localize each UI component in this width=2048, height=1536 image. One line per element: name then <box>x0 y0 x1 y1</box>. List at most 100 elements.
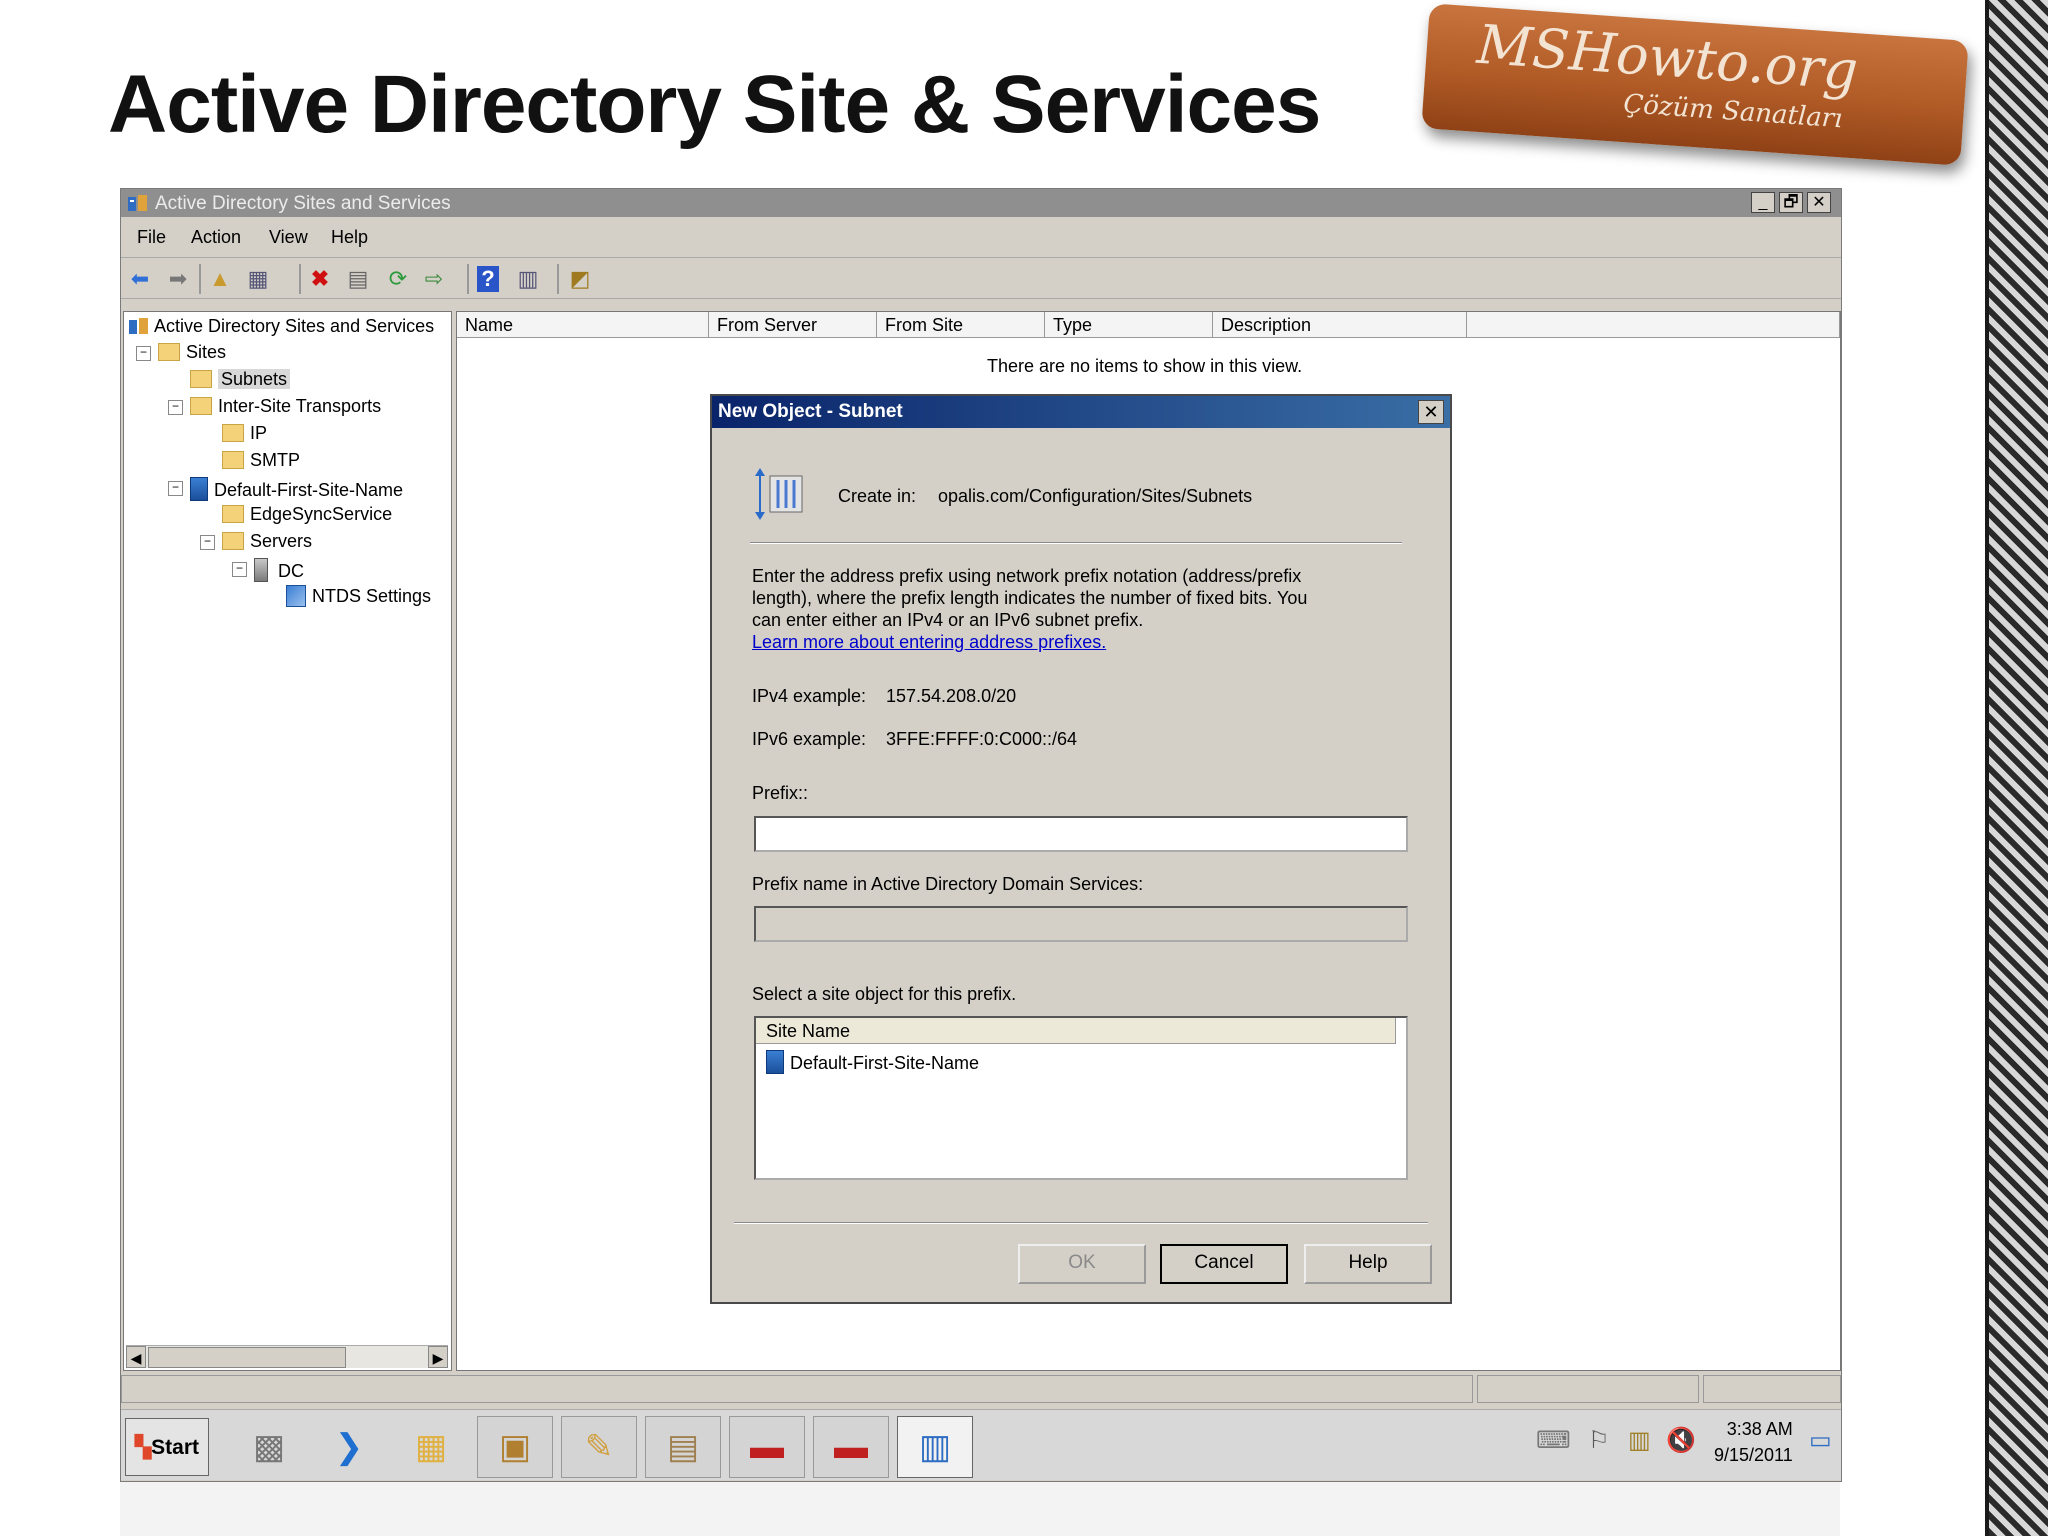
explorer-icon[interactable]: ▦ <box>393 1416 469 1478</box>
learn-more-link[interactable]: Learn more about entering address prefix… <box>752 632 1106 653</box>
folder-icon <box>190 397 212 415</box>
empty-list-message: There are no items to show in this view. <box>987 356 1303 376</box>
properties-icon[interactable]: ▤ <box>345 266 371 292</box>
tree-item-label: EdgeSyncService <box>250 504 393 524</box>
dialog-close-button[interactable]: ✕ <box>1418 400 1444 424</box>
server-manager-icon[interactable]: ▩ <box>231 1416 307 1478</box>
task-script-icon[interactable]: ▤ <box>645 1416 721 1478</box>
tree-item-ip[interactable]: IP <box>222 423 267 444</box>
task-toolbox-icon[interactable]: ▬ <box>729 1416 805 1478</box>
tree-item-dc[interactable]: DC <box>254 558 304 582</box>
task-notepad-icon[interactable]: ✎ <box>561 1416 637 1478</box>
show-hide-tree-icon[interactable]: ▦ <box>245 266 271 292</box>
tree-item-servers[interactable]: Servers <box>222 531 312 552</box>
folder-icon <box>158 343 180 361</box>
menu-action[interactable]: Action <box>191 227 241 248</box>
tree-item-label: Sites <box>186 342 227 362</box>
powershell-icon[interactable]: ❯ <box>311 1416 387 1478</box>
console-tree[interactable]: Active Directory Sites and Services − Si… <box>123 311 452 1371</box>
scroll-left-arrow-icon[interactable]: ◀ <box>126 1346 146 1368</box>
ok-button[interactable]: OK <box>1018 1244 1146 1284</box>
tree-item-label: Inter-Site Transports <box>218 396 382 416</box>
cancel-button[interactable]: Cancel <box>1160 1244 1288 1284</box>
column-header-name[interactable]: Name <box>457 312 709 338</box>
column-header-type[interactable]: Type <box>1045 312 1213 338</box>
new-object-icon[interactable]: ◩ <box>567 266 593 292</box>
tree-item-label: NTDS Settings <box>312 586 432 606</box>
show-desktop-icon[interactable]: ▭ <box>1809 1426 1832 1455</box>
start-button[interactable]: ▚Start <box>125 1418 209 1476</box>
description-line-3: can enter either an IPv4 or an IPv6 subn… <box>752 610 1144 630</box>
create-in-path: opalis.com/Configuration/Sites/Subnets <box>938 486 1253 506</box>
tree-item-subnets[interactable]: Subnets <box>190 369 291 390</box>
windows-flag-icon: ▚ <box>134 1436 152 1459</box>
network-icon[interactable]: ▥ <box>1628 1426 1651 1455</box>
prefix-input[interactable] <box>754 816 1408 852</box>
task-ad-sites-icon[interactable]: ▥ <box>897 1416 973 1478</box>
up-folder-icon[interactable]: ▲ <box>207 266 233 292</box>
task-toolbox-2-icon[interactable]: ▬ <box>813 1416 889 1478</box>
start-label: Start <box>151 1436 199 1459</box>
task-ad-users-icon[interactable]: ▣ <box>477 1416 553 1478</box>
column-header-from-site[interactable]: From Site <box>877 312 1045 338</box>
tree-item-sites[interactable]: Sites <box>158 342 226 363</box>
tree-item-label: Servers <box>250 531 313 551</box>
collapse-servers-icon[interactable]: − <box>200 535 215 550</box>
prefix-name-label: Prefix name in Active Directory Domain S… <box>752 874 1144 894</box>
ipv4-example-label: IPv4 example: <box>752 686 867 706</box>
keyboard-icon[interactable]: ⌨ <box>1536 1426 1571 1455</box>
collapse-sites-icon[interactable]: − <box>136 346 151 361</box>
status-panel <box>121 1375 1473 1403</box>
volume-muted-icon[interactable]: 🔇 <box>1666 1426 1696 1455</box>
tree-item-label: SMTP <box>250 450 301 470</box>
collapse-default-site-icon[interactable]: − <box>168 481 183 496</box>
collapse-dc-icon[interactable]: − <box>232 562 247 577</box>
site-list-item[interactable]: Default-First-Site-Name <box>766 1050 979 1074</box>
forward-arrow-icon[interactable]: ➡ <box>165 266 191 292</box>
help-button[interactable]: Help <box>1304 1244 1432 1284</box>
scroll-thumb[interactable] <box>148 1347 346 1368</box>
column-header-description[interactable]: Description <box>1213 312 1467 338</box>
menu-view[interactable]: View <box>269 227 308 248</box>
subnet-object-icon <box>755 468 803 520</box>
minimize-button[interactable]: _ <box>1751 192 1775 213</box>
column-header-from-server[interactable]: From Server <box>709 312 877 338</box>
tree-root[interactable]: Active Directory Sites and Services <box>128 316 434 337</box>
collapse-inter-site-icon[interactable]: − <box>168 400 183 415</box>
toolbar-separator <box>467 264 469 294</box>
delete-icon[interactable]: ✖ <box>307 266 333 292</box>
site-list[interactable]: Site Name Default-First-Site-Name <box>754 1016 1408 1180</box>
ipv6-example-value: 3FFE:FFFF:0:C000::/64 <box>886 729 1078 749</box>
ipv6-example-label: IPv6 example: <box>752 729 867 749</box>
refresh-icon[interactable]: ⟳ <box>385 266 411 292</box>
flag-icon[interactable]: ⚐ <box>1588 1426 1610 1455</box>
tray-clock[interactable]: 3:38 AM 9/15/2011 <box>1714 1416 1793 1468</box>
menu-file[interactable]: File <box>137 227 166 248</box>
site-item-label: Default-First-Site-Name <box>790 1053 980 1073</box>
menu-help[interactable]: Help <box>331 227 368 248</box>
site-name-column-header[interactable]: Site Name <box>756 1018 1396 1044</box>
back-arrow-icon[interactable]: ⬅ <box>127 266 153 292</box>
tree-horizontal-scrollbar[interactable]: ◀ ▶ <box>126 1345 448 1368</box>
folder-icon <box>222 451 244 469</box>
help-icon[interactable]: ? <box>477 266 499 292</box>
slide-title: Active Directory Site & Services <box>108 59 1321 150</box>
column-header-filler <box>1467 312 1840 338</box>
restore-button[interactable]: 🗗 <box>1779 192 1803 213</box>
status-bar <box>121 1375 1841 1405</box>
tree-item-default-site[interactable]: Default-First-Site-Name <box>190 477 403 501</box>
tree-item-ntds-settings[interactable]: NTDS Settings <box>286 585 431 607</box>
close-button[interactable]: ✕ <box>1807 192 1831 213</box>
columns-icon[interactable]: ▥ <box>515 266 541 292</box>
clock-date: 9/15/2011 <box>1714 1445 1793 1465</box>
tree-item-smtp[interactable]: SMTP <box>222 450 300 471</box>
prefix-name-field <box>754 906 1408 942</box>
scroll-right-arrow-icon[interactable]: ▶ <box>428 1346 448 1368</box>
export-list-icon[interactable]: ⇨ <box>421 266 447 292</box>
tree-item-inter-site-transports[interactable]: Inter-Site Transports <box>190 396 381 417</box>
ad-sites-icon <box>129 318 148 334</box>
site-icon <box>766 1050 784 1074</box>
tree-item-edgesync[interactable]: EdgeSyncService <box>222 504 392 525</box>
dialog-titlebar[interactable]: New Object - Subnet ✕ <box>712 396 1450 428</box>
window-titlebar[interactable]: Active Directory Sites and Services _ 🗗 … <box>121 189 1841 217</box>
